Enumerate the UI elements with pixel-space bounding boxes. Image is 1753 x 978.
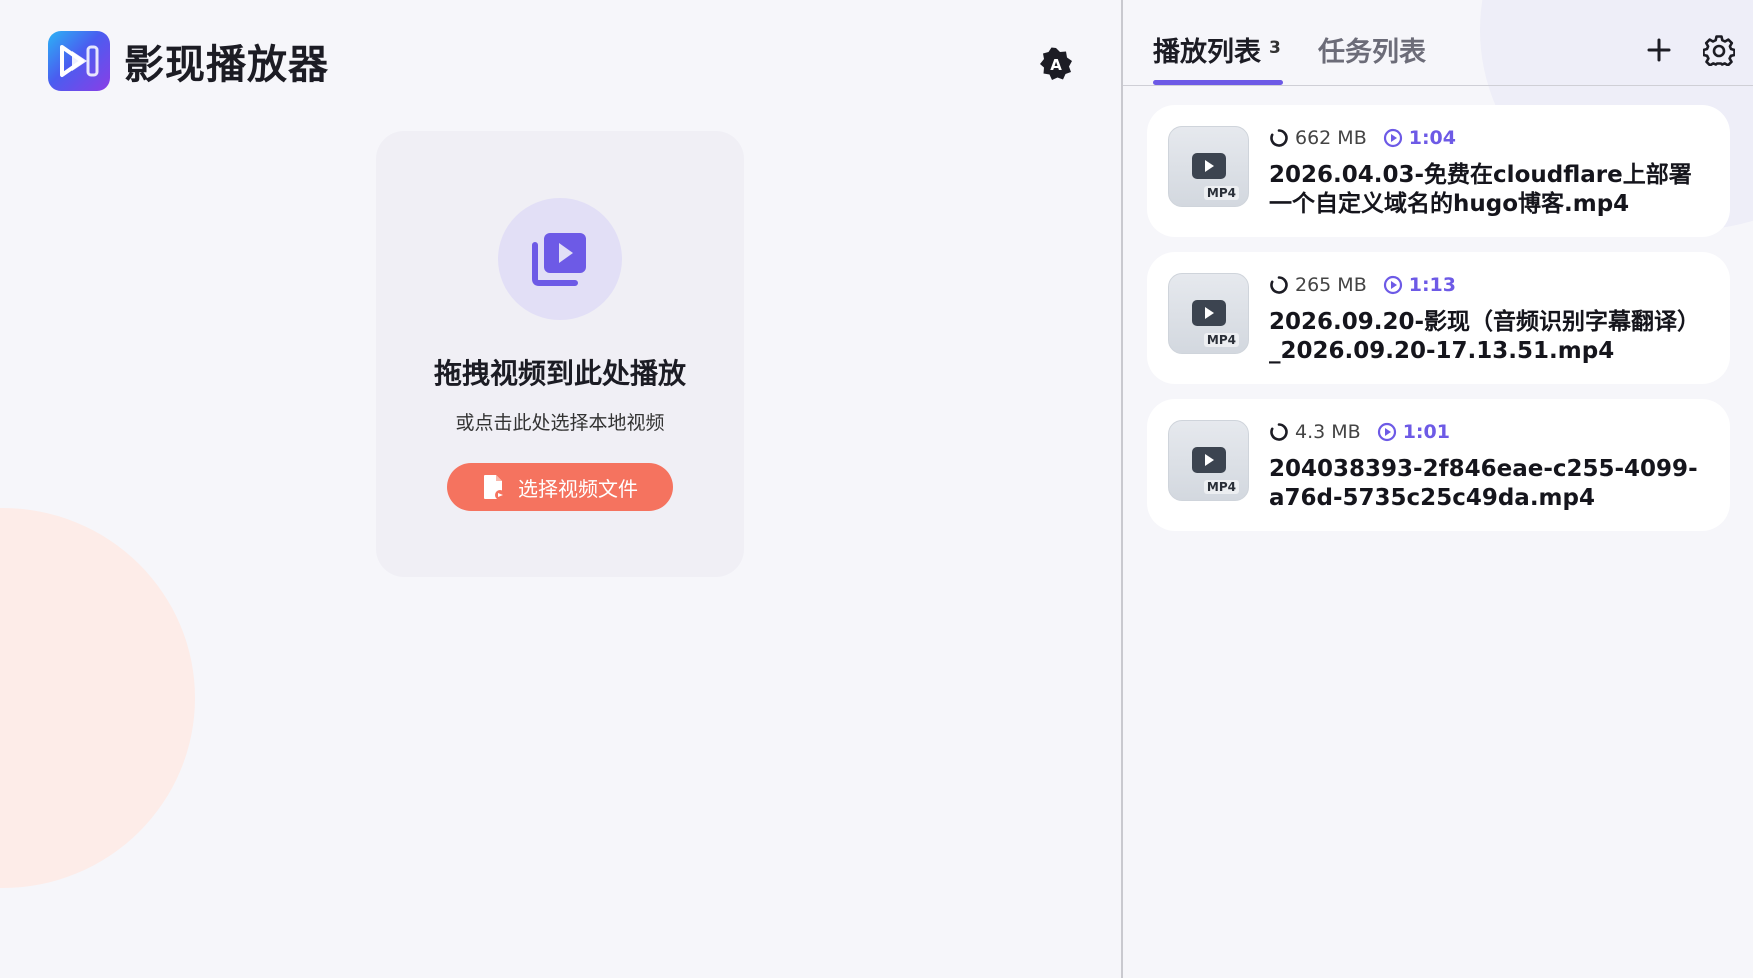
svg-text:A: A [1050,56,1062,74]
item-meta: 4.3 MB 1:01 [1269,421,1450,443]
sidebar: 播放列表 3 任务列表 MP4 662 MB 1:04 2026.04.03-免… [1123,0,1753,978]
format-badge: MP4 [1203,333,1239,347]
list-item[interactable]: MP4 662 MB 1:04 2026.04.03-免费在cloudflare… [1147,105,1730,237]
auto-theme-icon[interactable]: A [1036,44,1076,84]
tab-playlist[interactable]: 播放列表 3 [1153,30,1281,69]
duration: 1:01 [1402,421,1450,443]
duration: 1:04 [1408,127,1456,149]
play-icon [1192,447,1226,473]
loading-ring-icon [1270,423,1288,441]
app-title: 影现播放器 [124,42,329,88]
loading-ring-icon [1270,276,1288,294]
item-meta: 662 MB 1:04 [1269,127,1456,149]
video-library-icon [498,198,622,320]
drop-zone[interactable]: 拖拽视频到此处播放 或点击此处选择本地视频 选择视频文件 [376,131,744,577]
brand: 影现播放器 [48,31,329,91]
loading-ring-icon [1270,129,1288,147]
video-title: 204038393-2f846eae-c255-4099-a76d-5735c2… [1269,456,1698,511]
playlist-count-badge: 3 [1269,38,1281,58]
tab-playlist-label: 播放列表 [1153,37,1261,68]
play-icon [1192,153,1226,179]
player-pane: 影现播放器 A 拖拽视频到此处播放 或点击此处选择本地视频 选择视频文件 [0,0,1121,978]
plus-icon [1647,38,1671,62]
item-meta: 265 MB 1:13 [1269,274,1456,296]
file-size: 265 MB [1295,274,1367,296]
video-thumbnail: MP4 [1168,273,1249,354]
add-button[interactable] [1641,32,1677,68]
tabs-bar: 播放列表 3 任务列表 [1123,0,1753,86]
play-circle-icon [1383,275,1403,295]
list-item[interactable]: MP4 265 MB 1:13 2026.09.20-影现（音频识别字幕翻译）_… [1147,252,1730,384]
play-circle-icon [1377,422,1397,442]
drop-subtitle: 或点击此处选择本地视频 [455,412,665,434]
active-tab-indicator [1153,80,1283,85]
select-video-button[interactable]: 选择视频文件 [447,463,673,511]
file-icon [482,474,506,500]
play-logo-icon [48,31,110,91]
video-title: 2026.09.20-影现（音频识别字幕翻译）_2026.09.20-17.13… [1269,309,1701,364]
tab-tasks[interactable]: 任务列表 [1318,30,1426,69]
settings-button[interactable] [1701,32,1737,68]
file-size: 4.3 MB [1295,421,1361,443]
tab-tasks-label: 任务列表 [1318,37,1426,68]
list-item[interactable]: MP4 4.3 MB 1:01 204038393-2f846eae-c255-… [1147,399,1730,531]
gear-icon [1703,35,1735,66]
video-thumbnail: MP4 [1168,126,1249,207]
video-thumbnail: MP4 [1168,420,1249,501]
file-size: 662 MB [1295,127,1367,149]
play-icon [1192,300,1226,326]
app-window: 影现播放器 A 拖拽视频到此处播放 或点击此处选择本地视频 选择视频文件 播放列… [0,0,1753,978]
format-badge: MP4 [1203,480,1239,494]
playlist: MP4 662 MB 1:04 2026.04.03-免费在cloudflare… [1147,105,1730,546]
video-title: 2026.04.03-免费在cloudflare上部署一个自定义域名的hugo博… [1269,162,1692,217]
format-badge: MP4 [1203,186,1239,200]
drop-title: 拖拽视频到此处播放 [433,357,686,390]
duration: 1:13 [1408,274,1456,296]
play-circle-icon [1383,128,1403,148]
select-video-label: 选择视频文件 [518,476,638,501]
